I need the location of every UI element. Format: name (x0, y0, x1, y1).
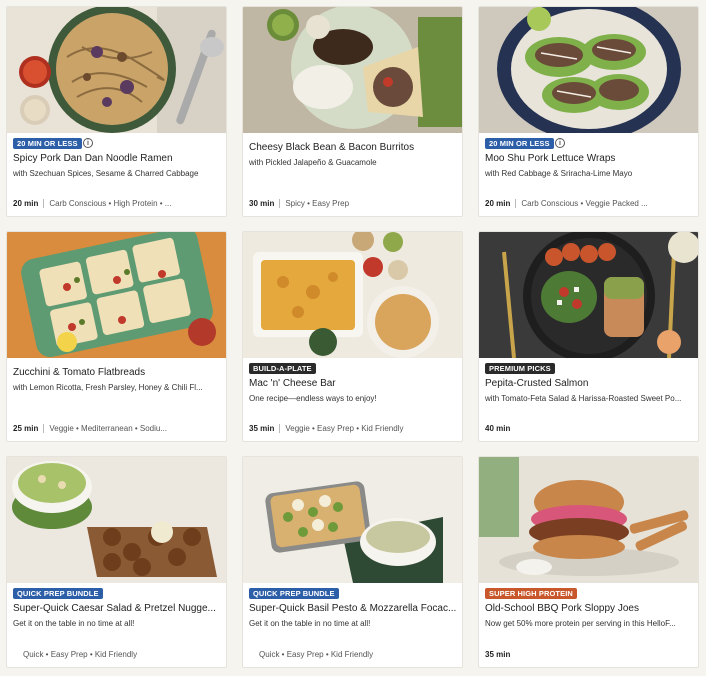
recipe-tags: Carb Conscious • Veggie Packed ... (521, 199, 648, 208)
recipe-meta: 35 min (485, 649, 695, 660)
recipe-badge: BUILD-A-PLATE (249, 363, 316, 374)
cook-time: 25 min (13, 424, 39, 433)
recipe-subtitle: Get it on the table in no time at all! (249, 619, 371, 628)
recipe-subtitle: Get it on the table in no time at all! (13, 619, 135, 628)
recipe-card[interactable]: QUICK PREP BUNDLE Super-Quick Basil Pesto… (242, 456, 463, 668)
recipe-badge: SUPER HIGH PROTEIN (485, 588, 577, 599)
meta-divider (279, 199, 281, 208)
recipe-image[interactable] (479, 232, 698, 358)
recipe-meta: 20 min Carb Conscious • High Protein • ..… (13, 198, 223, 209)
recipe-meta: 30 min Spicy • Easy Prep (249, 198, 459, 209)
cook-time: 35 min (485, 650, 511, 659)
recipe-title[interactable]: Mac 'n' Cheese Bar (249, 377, 457, 390)
recipe-title[interactable]: Old-School BBQ Pork Sloppy Joes (485, 602, 693, 615)
recipe-image[interactable] (7, 457, 226, 583)
recipe-title[interactable]: Moo Shu Pork Lettuce Wraps (485, 152, 693, 165)
recipe-image[interactable] (7, 232, 226, 358)
recipe-title[interactable]: Super-Quick Caesar Salad & Pretzel Nugge… (13, 602, 221, 615)
recipe-card[interactable]: Zucchini & Tomato Flatbreads with Lemon R… (6, 231, 227, 442)
recipe-title[interactable]: Spicy Pork Dan Dan Noodle Ramen (13, 152, 221, 165)
recipe-badge: PREMIUM PICKS (485, 363, 555, 374)
recipe-subtitle: with Red Cabbage & Sriracha-Lime Mayo (485, 169, 633, 178)
recipe-meta: Quick • Easy Prep • Kid Friendly (249, 649, 462, 660)
recipe-image[interactable] (243, 232, 462, 358)
recipe-card[interactable]: QUICK PREP BUNDLE Super-Quick Caesar Sala… (6, 456, 227, 668)
recipe-card[interactable]: SUPER HIGH PROTEIN Old-School BBQ Pork Sl… (478, 456, 699, 668)
cook-time: 30 min (249, 199, 275, 208)
info-icon[interactable]: i (555, 138, 565, 148)
recipe-badge: QUICK PREP BUNDLE (249, 588, 339, 599)
cook-time: 20 min (485, 199, 511, 208)
recipe-card[interactable]: 20 MIN OR LESS i Spicy Pork Dan Dan Noodle… (6, 6, 227, 217)
recipe-image[interactable] (7, 7, 226, 133)
recipe-title[interactable]: Pepita-Crusted Salmon (485, 377, 693, 390)
recipe-image[interactable] (243, 7, 462, 133)
recipe-meta: 20 min Carb Conscious • Veggie Packed ... (485, 198, 695, 209)
recipe-badge: 20 MIN OR LESS (13, 138, 82, 149)
recipe-image[interactable] (243, 457, 462, 583)
recipe-tags: Carb Conscious • High Protein • ... (49, 199, 172, 208)
recipe-subtitle: with Lemon Ricotta, Fresh Parsley, Honey… (13, 383, 203, 392)
meta-divider (43, 424, 45, 433)
recipe-badge: QUICK PREP BUNDLE (13, 588, 103, 599)
recipe-tags: Spicy • Easy Prep (285, 199, 350, 208)
cook-time: 35 min (249, 424, 275, 433)
recipe-tags: Quick • Easy Prep • Kid Friendly (259, 650, 374, 659)
recipe-tags: Veggie • Mediterranean • Sodiu... (49, 424, 168, 433)
meta-divider (515, 199, 517, 208)
recipe-meta: 25 min Veggie • Mediterranean • Sodiu... (13, 423, 223, 434)
info-icon[interactable]: i (83, 138, 93, 148)
recipe-subtitle: with Tomato-Feta Salad & Harissa-Roasted… (485, 394, 682, 403)
recipe-grid: 20 MIN OR LESS i Spicy Pork Dan Dan Noodle… (0, 0, 706, 676)
meta-divider (43, 199, 45, 208)
recipe-title[interactable]: Cheesy Black Bean & Bacon Burritos (249, 141, 457, 154)
cook-time: 40 min (485, 424, 511, 433)
recipe-meta: 35 min Veggie • Easy Prep • Kid Friendly (249, 423, 459, 434)
cook-time: 20 min (13, 199, 39, 208)
recipe-card[interactable]: BUILD-A-PLATE Mac 'n' Cheese Bar One recip… (242, 231, 463, 442)
recipe-image[interactable] (479, 7, 698, 133)
recipe-subtitle: One recipe—endless ways to enjoy! (249, 394, 377, 403)
recipe-meta: 40 min (485, 423, 695, 434)
meta-divider (279, 424, 281, 433)
recipe-card[interactable]: 20 MIN OR LESS i Moo Shu Pork Lettuce Wrap… (478, 6, 699, 217)
recipe-title[interactable]: Zucchini & Tomato Flatbreads (13, 366, 221, 379)
recipe-subtitle: Now get 50% more protein per serving in … (485, 619, 676, 628)
recipe-title[interactable]: Super-Quick Basil Pesto & Mozzarella Foc… (249, 602, 457, 615)
recipe-image[interactable] (479, 457, 698, 583)
recipe-subtitle: with Pickled Jalapeño & Guacamole (249, 158, 377, 167)
recipe-card[interactable]: PREMIUM PICKS Pepita-Crusted Salmon with T… (478, 231, 699, 442)
recipe-badge: 20 MIN OR LESS (485, 138, 554, 149)
recipe-subtitle: with Szechuan Spices, Sesame & Charred C… (13, 169, 199, 178)
recipe-tags: Quick • Easy Prep • Kid Friendly (23, 650, 138, 659)
recipe-card[interactable]: Cheesy Black Bean & Bacon Burritos with P… (242, 6, 463, 217)
recipe-tags: Veggie • Easy Prep • Kid Friendly (285, 424, 404, 433)
recipe-meta: Quick • Easy Prep • Kid Friendly (13, 649, 226, 660)
